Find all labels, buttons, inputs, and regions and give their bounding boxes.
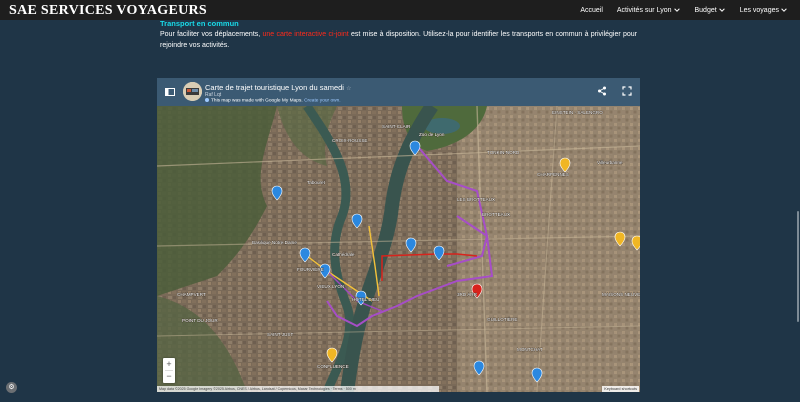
map-place-label: POINT DU JOUR <box>182 318 218 323</box>
section-heading: Transport en commun <box>160 19 239 28</box>
map-place-label: Cathédrale <box>332 252 355 257</box>
map-place-label: Villeurbanne <box>597 160 623 165</box>
map-place-label: MAISONS NEUVES <box>602 292 640 297</box>
panel-toggle-icon[interactable] <box>165 88 175 96</box>
nav-item-budget[interactable]: Budget <box>695 6 726 14</box>
map-place-label: SAINT-CLAIR <box>382 124 411 129</box>
chevron-down-icon <box>673 8 680 12</box>
zoom-divider <box>165 370 173 371</box>
map-place-label: HÔTEL DIEU <box>352 296 379 302</box>
map-place-label: SAINT-JUST <box>267 332 293 337</box>
map-place-label: LES BROTTEAUX <box>457 197 495 202</box>
map-place-label: EINSTEIN - SALENGRO <box>552 110 603 115</box>
info-icon <box>205 98 209 102</box>
scrollbar-thumb[interactable] <box>797 211 799 322</box>
map-place-label: 3RD ARR <box>457 292 478 297</box>
map-place-label: CROIX-ROUSSE <box>332 138 367 143</box>
map-imagery: Zoo de Lyon EINSTEIN - SALENGRO CROIX-ROUS… <box>157 106 640 392</box>
map-place-label: CONFLUENCE <box>317 364 349 369</box>
intro-paragraph: Pour faciliter vos déplacements, une car… <box>160 29 637 51</box>
nav-item-accueil[interactable]: Accueil <box>580 7 603 14</box>
nav-item-voyages[interactable]: Les voyages <box>740 6 788 14</box>
map-place-label: TONKIN-NORD <box>487 150 520 155</box>
zoom-controls: + − <box>163 358 175 383</box>
map-notice: This map was made with Google My Maps. C… <box>205 98 341 103</box>
zoom-out-button[interactable]: − <box>163 370 175 382</box>
fullscreen-icon[interactable] <box>622 86 632 96</box>
star-icon[interactable]: ☆ <box>346 86 351 92</box>
map-place-label: MONTCHAT <box>517 347 543 352</box>
map-header: Carte de trajet touristique Lyon du same… <box>157 78 640 106</box>
map-place-label: CHAMPVERT <box>177 292 206 297</box>
nav-label: Les voyages <box>739 6 779 14</box>
chevron-down-icon <box>718 8 725 12</box>
site-title[interactable]: SAE SERVICES VOYAGEURS <box>9 3 207 19</box>
intro-highlight: une carte interactive ci-joint <box>262 31 349 38</box>
map-place-label: BROTTEAUX <box>482 212 510 217</box>
embedded-map[interactable]: Carte de trajet touristique Lyon du same… <box>157 78 640 392</box>
settings-fab-icon[interactable]: ⚙ <box>6 382 17 393</box>
keyboard-shortcuts-link[interactable]: Keyboard shortcuts <box>602 386 639 392</box>
nav-item-activites[interactable]: Activités sur Lyon <box>617 6 681 14</box>
nav-label: Activités sur Lyon <box>616 6 672 14</box>
map-title[interactable]: Carte de trajet touristique Lyon du same… <box>205 83 351 92</box>
zoom-in-button[interactable]: + <box>163 358 175 370</box>
map-place-label: CHARPENNES <box>537 172 569 177</box>
map-thumbnail <box>183 82 202 101</box>
map-place-label: GUILLOTIÈRE <box>487 316 517 322</box>
map-satellite-view[interactable]: Zoo de Lyon EINSTEIN - SALENGRO CROIX-ROUS… <box>157 106 640 392</box>
nav-label: Accueil <box>580 6 603 14</box>
map-place-label: FOURVIÈRE <box>297 266 324 272</box>
share-icon[interactable] <box>597 86 607 96</box>
map-place-label: Basilique Notre-Dame <box>252 240 297 245</box>
chevron-down-icon <box>781 8 787 12</box>
map-place-label: Tabouret <box>307 180 326 185</box>
map-attribution: Map data ©2025 Google Imagery ©2025 Airb… <box>157 386 439 392</box>
map-notice-text: This map was made with Google My Maps. <box>211 98 303 104</box>
map-title-text: Carte de trajet touristique Lyon du same… <box>205 83 344 92</box>
intro-text-before: Pour faciliter vos déplacements, <box>160 31 263 38</box>
create-map-link[interactable]: Create your own. <box>304 98 341 103</box>
map-place-label: VIEUX LYON <box>317 284 344 289</box>
main-nav: Accueil Activités sur Lyon Budget Les vo… <box>566 0 800 20</box>
map-place-label: Zoo de Lyon <box>419 132 445 137</box>
site-header: SAE SERVICES VOYAGEURS Accueil Activités… <box>0 0 800 20</box>
nav-label: Budget <box>694 6 717 14</box>
